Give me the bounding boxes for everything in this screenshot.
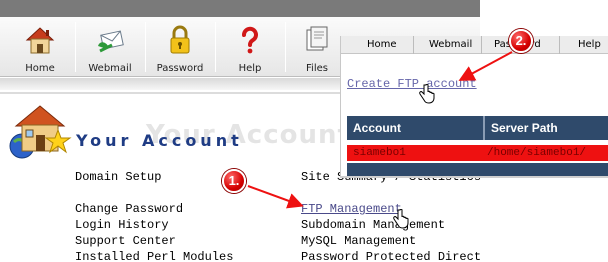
link-support-center[interactable]: Support Center (75, 234, 176, 248)
ftp-accounts-window: Home Webmail Password Help Create FTP ac… (340, 36, 608, 178)
popup-nav-bar: Home Webmail Password Help (341, 36, 608, 54)
link-installed-perl-modules[interactable]: Installed Perl Modules (75, 250, 233, 262)
table-row[interactable]: siamebo1 /home/siamebo1/ (347, 145, 608, 161)
house-icon (25, 27, 55, 54)
cell-server-path: /home/siamebo1/ (487, 147, 587, 159)
link-ftp-management[interactable]: FTP Management (301, 202, 402, 216)
link-login-history[interactable]: Login History (75, 218, 169, 232)
hand-cursor-icon (393, 209, 409, 229)
create-ftp-account-link[interactable]: Create FTP account (347, 77, 477, 91)
toolbar-webmail-label: Webmail (88, 63, 132, 74)
toolbar-separator (285, 22, 286, 72)
window-top-strip (0, 0, 480, 17)
nav-separator (413, 36, 414, 54)
toolbar-help-label: Help (238, 63, 262, 74)
link-mysql-management[interactable]: MySQL Management (301, 234, 416, 248)
popup-nav-home[interactable]: Home (367, 39, 397, 50)
webmail-envelope-icon (98, 30, 124, 53)
ftp-table-footer (347, 163, 608, 176)
divider (0, 92, 340, 94)
toolbar-separator (215, 22, 216, 72)
toolbar-home-button[interactable]: Home (8, 17, 72, 77)
toolbar-files-button[interactable]: Files (288, 17, 346, 77)
link-subdomain-management[interactable]: Subdomain Management (301, 218, 445, 232)
toolbar-webmail-button[interactable]: Webmail (78, 17, 142, 77)
nav-separator (481, 36, 482, 54)
house-globe-logo-icon (9, 105, 72, 159)
padlock-icon (170, 25, 190, 54)
toolbar-help-button[interactable]: Help (218, 17, 282, 77)
column-divider (483, 116, 485, 140)
toolbar-home-label: Home (25, 63, 55, 74)
link-domain-setup[interactable]: Domain Setup (75, 170, 161, 184)
cell-account: siamebo1 (353, 147, 406, 159)
column-header-account: Account (353, 121, 401, 135)
toolbar-files-label: Files (306, 63, 328, 74)
toolbar-separator (145, 22, 146, 72)
ftp-table-header: Account Server Path (347, 116, 608, 140)
question-mark-icon (242, 26, 258, 54)
page-title: Your Account (76, 131, 243, 150)
toolbar-password-button[interactable]: Password (148, 17, 212, 77)
step-2-badge: 2. (509, 29, 533, 53)
column-header-server-path: Server Path (491, 121, 558, 135)
link-change-password[interactable]: Change Password (75, 202, 183, 216)
nav-separator (559, 36, 560, 54)
link-password-protected-directories[interactable]: Password Protected Directories (301, 250, 480, 262)
toolbar-separator (75, 22, 76, 72)
hand-cursor-icon (419, 84, 435, 104)
toolbar-password-label: Password (156, 63, 204, 74)
popup-nav-webmail[interactable]: Webmail (429, 39, 472, 50)
file-manager-icon (306, 26, 328, 51)
popup-nav-help[interactable]: Help (578, 39, 601, 50)
step-1-badge: 1. (222, 169, 246, 193)
